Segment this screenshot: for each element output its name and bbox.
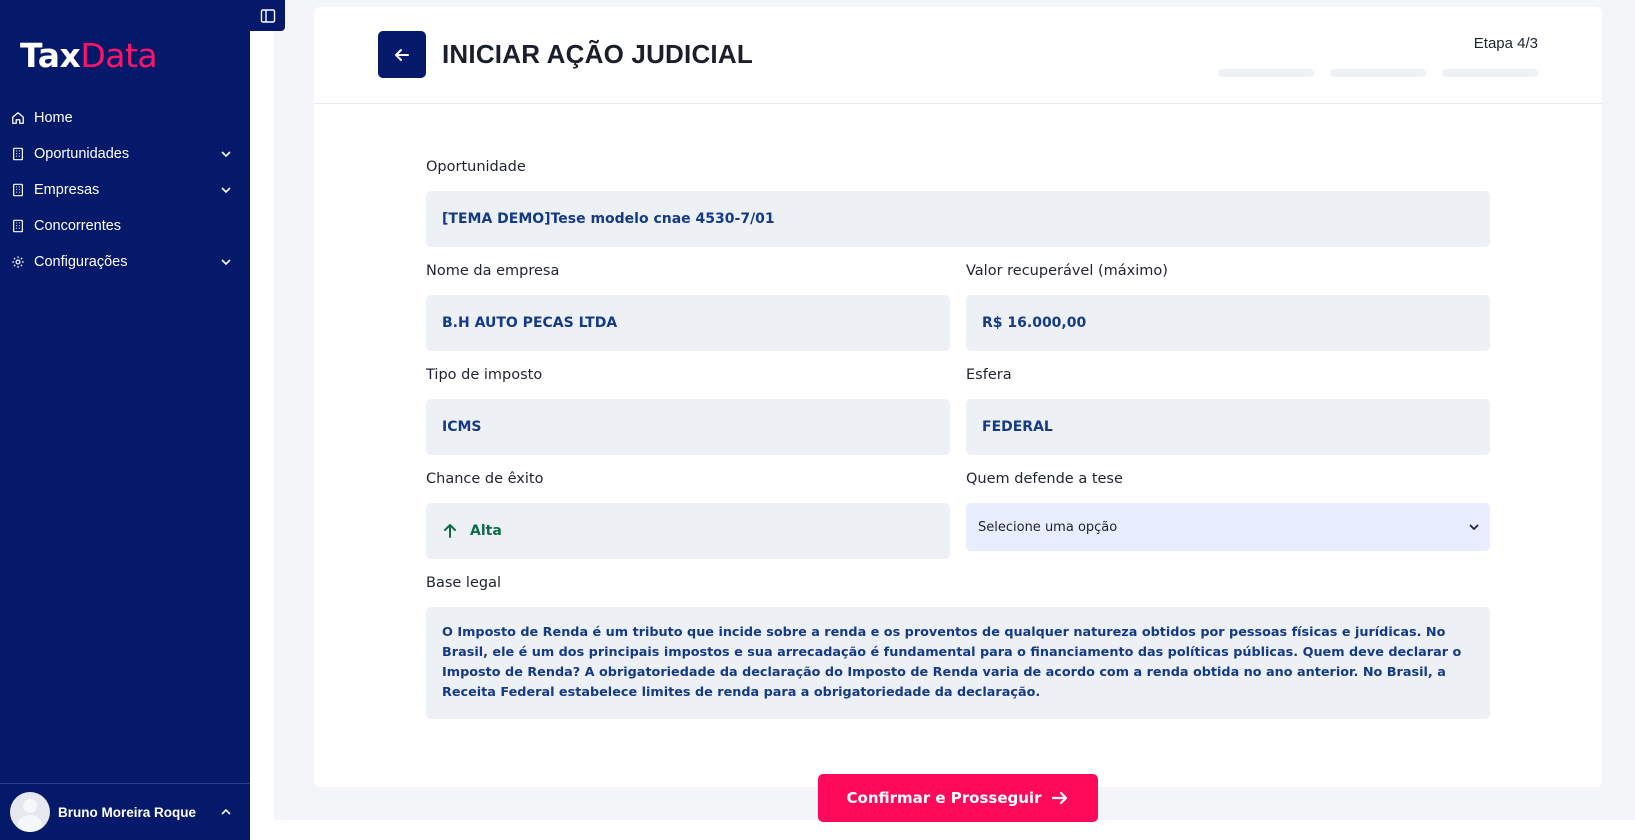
- sidebar-item-label: Concorrentes: [34, 218, 122, 234]
- field-label: Esfera: [966, 367, 1012, 383]
- field-esfera: Esfera FEDERAL: [966, 367, 1490, 455]
- step-bar: [1330, 69, 1426, 77]
- step-bar: [1442, 69, 1538, 77]
- sidebar-item-label: Configurações: [34, 254, 128, 270]
- field-valor: Valor recuperável (máximo) R$ 16.000,00: [966, 263, 1490, 351]
- field-label: Oportunidade: [426, 159, 526, 175]
- logo-part-tax: Tax: [20, 36, 81, 75]
- base-legal-text: O Imposto de Renda é um tributo que inci…: [426, 607, 1490, 719]
- imposto-value: ICMS: [426, 399, 950, 455]
- empresa-value: B.H AUTO PECAS LTDA: [426, 295, 950, 351]
- building-icon: [11, 219, 25, 233]
- sidebar-item-empresas[interactable]: Empresas: [0, 172, 250, 208]
- esfera-value: FEDERAL: [966, 399, 1490, 455]
- step-indicator: Etapa 4/3: [1473, 35, 1538, 52]
- sidebar-item-configuracoes[interactable]: Configurações: [0, 244, 250, 280]
- defensor-select[interactable]: Selecione uma opção: [966, 503, 1490, 551]
- building-icon: [11, 183, 25, 197]
- sidebar-item-concorrentes[interactable]: Concorrentes: [0, 208, 250, 244]
- field-empresa: Nome da empresa B.H AUTO PECAS LTDA: [426, 263, 950, 351]
- chance-value: Alta: [426, 503, 950, 559]
- page-title: INICIAR AÇÃO JUDICIAL: [442, 39, 753, 69]
- sidebar: TaxData Home Oportunidades Empresas Conc…: [0, 0, 250, 840]
- chevron-down-icon: [1469, 524, 1479, 531]
- step-progress: [1218, 69, 1538, 77]
- sidebar-toggle-icon: [260, 8, 275, 23]
- field-label: Base legal: [426, 575, 501, 591]
- field-label: Nome da empresa: [426, 263, 560, 279]
- confirm-button[interactable]: Confirmar e Prosseguir: [818, 774, 1098, 822]
- sidebar-toggle-button[interactable]: [250, 0, 285, 31]
- chevron-up-icon: [221, 808, 231, 815]
- field-label: Tipo de imposto: [426, 367, 543, 383]
- user-name: Bruno Moreira Roque: [58, 804, 197, 820]
- arrow-left-icon: [395, 48, 409, 61]
- avatar: [10, 792, 50, 832]
- field-oportunidade: Oportunidade [TEMA DEMO]Tese modelo cnae…: [426, 159, 1490, 247]
- field-chance: Chance de êxito Alta: [426, 471, 950, 559]
- field-label: Quem defende a tese: [966, 471, 1123, 487]
- field-defensor: Quem defende a tese Selecione uma opção: [966, 471, 1490, 551]
- home-icon: [11, 111, 25, 125]
- field-label: Valor recuperável (máximo): [966, 263, 1168, 279]
- sidebar-item-oportunidades[interactable]: Oportunidades: [0, 136, 250, 172]
- taxdata-logo[interactable]: TaxData: [20, 36, 158, 75]
- select-value: Selecione uma opção: [978, 519, 1118, 535]
- field-base-legal: Base legal O Imposto de Renda é um tribu…: [426, 575, 1490, 719]
- arrow-up-icon: [444, 524, 456, 538]
- user-menu[interactable]: Bruno Moreira Roque: [0, 783, 250, 840]
- sidebar-nav: Home Oportunidades Empresas Concorrentes: [0, 100, 250, 280]
- sidebar-item-label: Oportunidades: [34, 146, 130, 162]
- sidebar-item-label: Empresas: [34, 182, 100, 198]
- confirm-label: Confirmar e Prosseguir: [846, 789, 1042, 807]
- chance-text: Alta: [470, 523, 502, 539]
- field-label: Chance de êxito: [426, 471, 544, 487]
- field-imposto: Tipo de imposto ICMS: [426, 367, 950, 455]
- gear-icon: [11, 255, 25, 269]
- sidebar-item-home[interactable]: Home: [0, 100, 250, 136]
- sidebar-item-label: Home: [34, 110, 73, 126]
- main-card: INICIAR AÇÃO JUDICIAL Etapa 4/3 Oportuni…: [314, 7, 1602, 787]
- chevron-down-icon: [221, 259, 231, 266]
- valor-value: R$ 16.000,00: [966, 295, 1490, 351]
- back-button[interactable]: [378, 31, 426, 78]
- logo-part-data: Data: [80, 36, 158, 75]
- step-bar: [1218, 69, 1314, 77]
- building-icon: [11, 147, 25, 161]
- card-header: INICIAR AÇÃO JUDICIAL Etapa 4/3: [314, 7, 1602, 104]
- chevron-down-icon: [221, 187, 231, 194]
- oportunidade-value: [TEMA DEMO]Tese modelo cnae 4530-7/01: [426, 191, 1490, 247]
- arrow-right-icon: [1052, 791, 1068, 805]
- chevron-down-icon: [221, 151, 231, 158]
